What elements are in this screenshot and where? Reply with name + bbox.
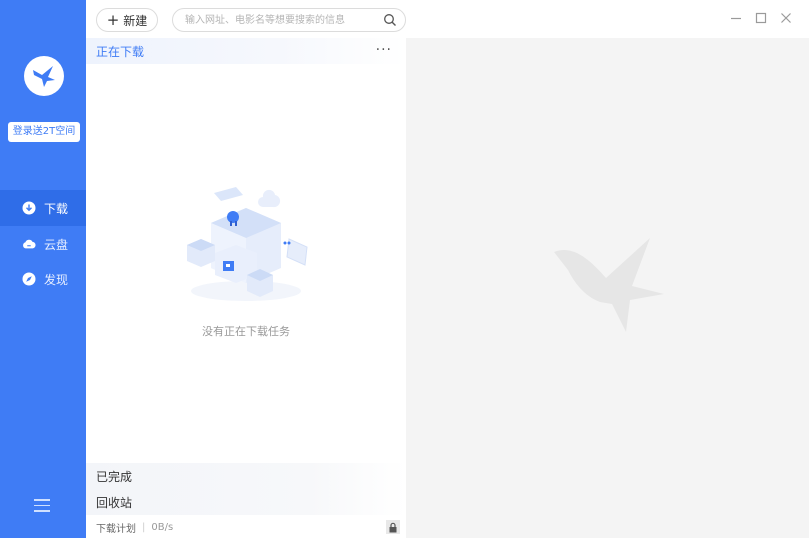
login-button[interactable]: 登录送2T空间: [8, 122, 80, 142]
lock-button[interactable]: [386, 520, 400, 534]
nav-label-discover: 发现: [44, 272, 69, 287]
plus-icon: +: [106, 10, 120, 29]
task-detail-area: [406, 38, 809, 538]
download-list-panel: 正在下载 ··· 没有正在下载任务 已完成 回收站 下载计划 | 0B/s: [86, 38, 406, 538]
nav-item-discover[interactable]: 发现: [0, 261, 86, 297]
recycle-bin-section[interactable]: 回收站: [86, 489, 406, 515]
nav-item-cloud[interactable]: 云盘: [0, 226, 86, 262]
menu-icon[interactable]: [34, 499, 50, 513]
nav-item-download[interactable]: 下载: [0, 190, 86, 226]
sidebar: 登录送2T空间 下载 云盘 发现: [0, 0, 86, 538]
cloud-icon: [22, 237, 36, 251]
download-icon: [22, 201, 36, 215]
new-task-button[interactable]: + 新建: [96, 8, 158, 32]
minimize-icon: [731, 17, 741, 20]
new-task-label: 新建: [123, 13, 148, 28]
top-toolbar: + 新建: [86, 0, 809, 39]
completed-section[interactable]: 已完成: [86, 463, 406, 489]
download-plan-link[interactable]: 下载计划: [96, 520, 136, 535]
app-logo[interactable]: [24, 56, 64, 96]
search-box: [172, 8, 406, 32]
bird-logo-icon: [33, 66, 55, 87]
downloading-section-header[interactable]: 正在下载 ···: [86, 38, 406, 64]
empty-boxes-illustration: [187, 187, 308, 301]
search-input[interactable]: [185, 11, 375, 29]
nav-label-cloud: 云盘: [44, 237, 69, 252]
close-button[interactable]: [778, 10, 794, 26]
nav-label-download: 下载: [44, 201, 69, 216]
status-divider: |: [142, 521, 146, 533]
status-bar: 下载计划 | 0B/s: [86, 516, 406, 538]
completed-label: 已完成: [96, 469, 133, 484]
minimize-button[interactable]: [728, 10, 744, 26]
maximize-icon: [755, 12, 767, 24]
maximize-button[interactable]: [753, 10, 769, 26]
more-options-icon[interactable]: ···: [376, 42, 392, 58]
lock-icon: [389, 522, 397, 532]
bird-watermark-icon: [554, 238, 664, 332]
close-icon: [781, 13, 791, 23]
search-icon[interactable]: [383, 13, 397, 27]
download-speed: 0B/s: [151, 521, 174, 533]
recycle-bin-label: 回收站: [96, 495, 133, 510]
downloading-tab[interactable]: 正在下载: [96, 43, 144, 60]
compass-icon: [22, 272, 36, 286]
empty-state-text: 没有正在下载任务: [202, 325, 290, 338]
